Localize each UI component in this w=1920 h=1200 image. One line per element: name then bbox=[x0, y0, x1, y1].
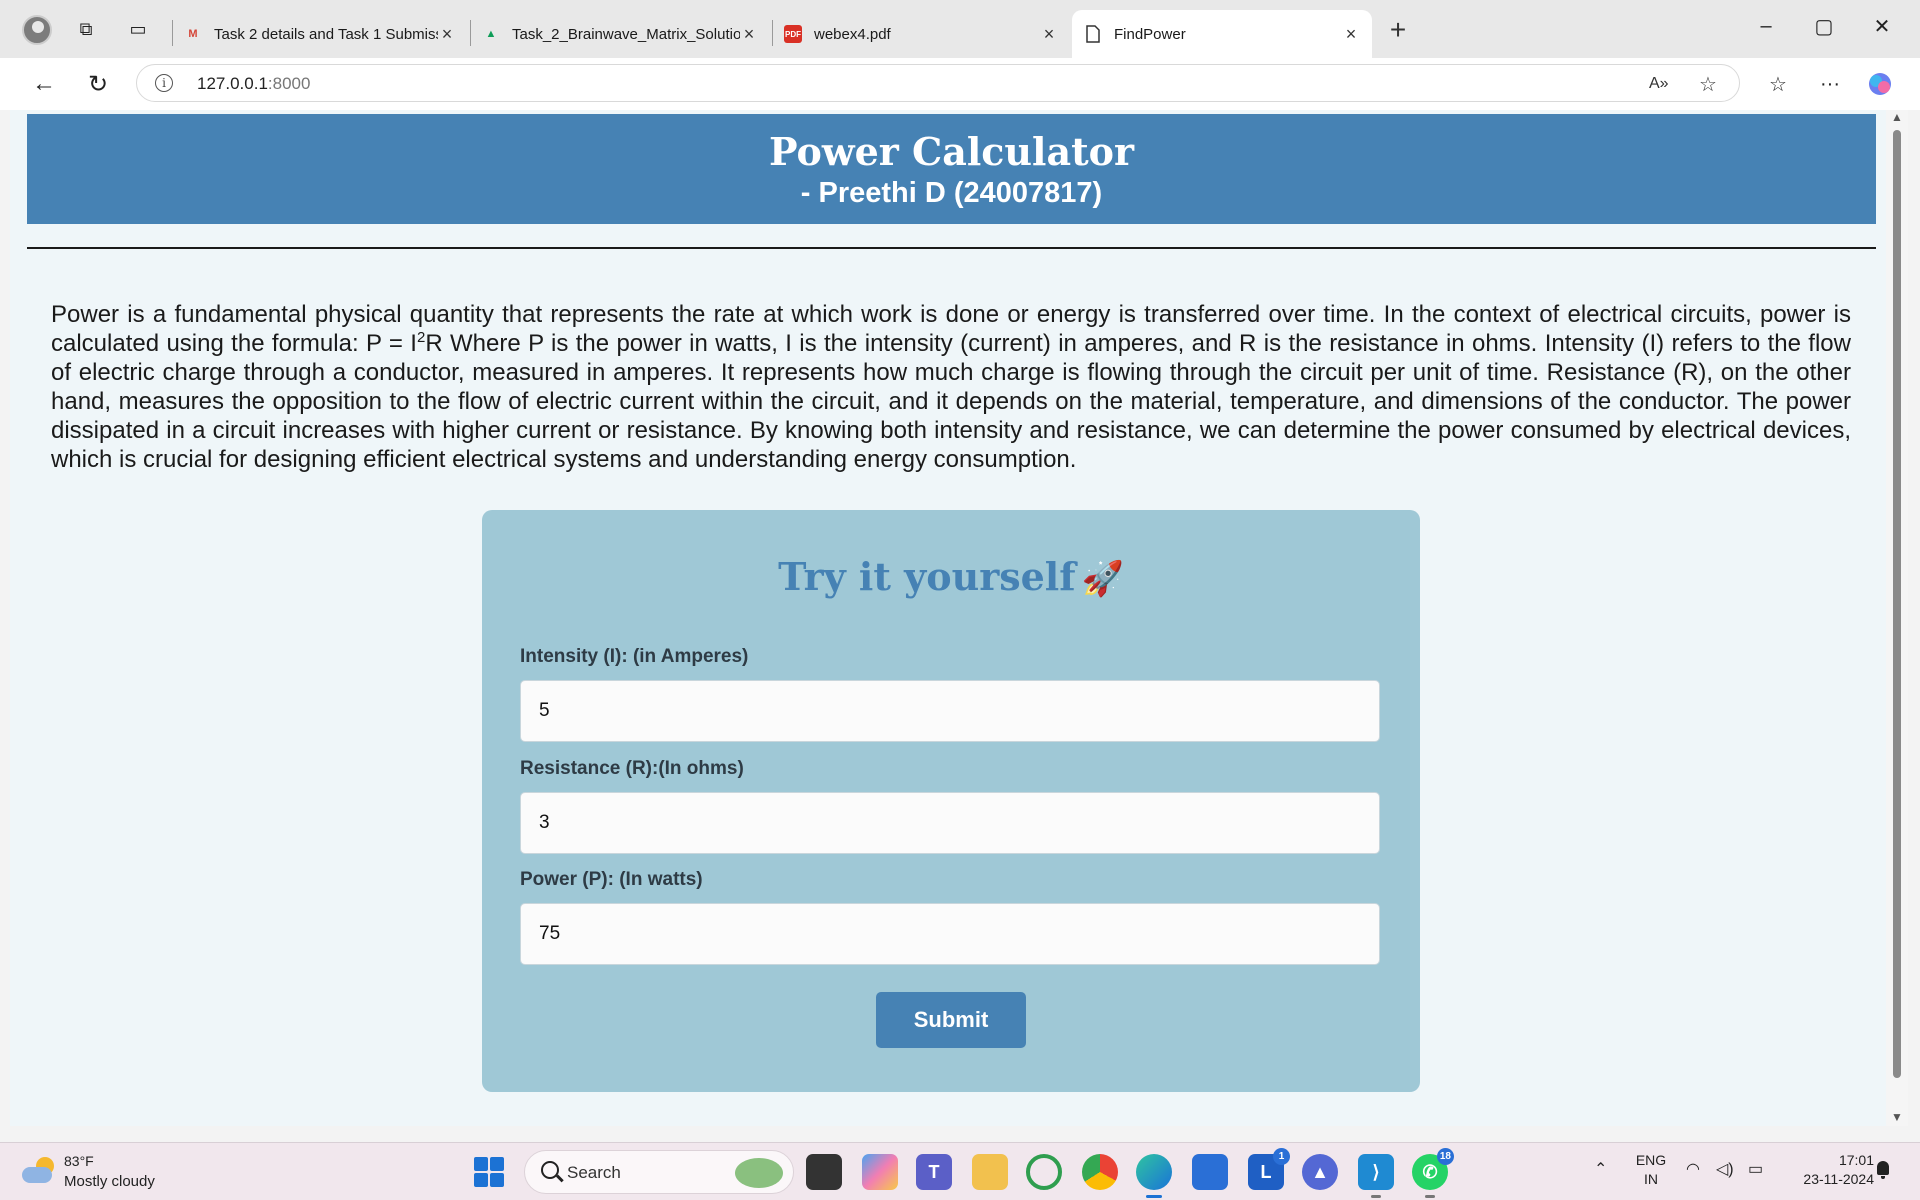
tab-title: Task 2 details and Task 1 Submissi bbox=[214, 25, 438, 43]
wifi-icon[interactable]: ◠ bbox=[1686, 1159, 1700, 1179]
submit-button[interactable]: Submit bbox=[876, 992, 1026, 1048]
page-viewport: Power Calculator - Preethi D (24007817) … bbox=[10, 110, 1886, 1126]
address-bar[interactable]: i 127.0.0.1:8000 A» ☆ bbox=[136, 64, 1740, 102]
tab-strip: ⧉ ▭ M Task 2 details and Task 1 Submissi… bbox=[0, 0, 1920, 58]
pdf-icon: PDF bbox=[784, 25, 802, 43]
battery-icon[interactable]: ▭ bbox=[1748, 1159, 1763, 1179]
weather-temperature[interactable]: 83°F bbox=[64, 1153, 94, 1169]
volume-icon[interactable]: ◁) bbox=[1716, 1159, 1734, 1179]
reload-icon[interactable]: ↻ bbox=[84, 70, 112, 98]
start-icon[interactable] bbox=[474, 1157, 504, 1187]
scroll-up-icon[interactable]: ▲ bbox=[1891, 110, 1903, 124]
copilot-app-icon[interactable] bbox=[862, 1154, 898, 1190]
task-view-icon[interactable] bbox=[806, 1154, 842, 1190]
page-scrollbar[interactable]: ▲ ▼ bbox=[1886, 110, 1908, 1126]
refresh-app-icon[interactable] bbox=[1026, 1154, 1062, 1190]
calculator-heading: Try it yourself 🚀 bbox=[482, 554, 1420, 599]
clock-time: 17:01 bbox=[1838, 1152, 1874, 1168]
edge-icon[interactable] bbox=[1136, 1154, 1172, 1198]
rocket-icon: 🚀 bbox=[1081, 559, 1124, 599]
maximize-icon[interactable]: ▢ bbox=[1802, 8, 1846, 44]
url-text[interactable]: 127.0.0.1:8000 bbox=[197, 74, 310, 94]
intensity-label: Intensity (I): (in Amperes) bbox=[520, 646, 749, 667]
whatsapp-icon[interactable]: ✆ 18 bbox=[1412, 1148, 1454, 1198]
close-window-icon[interactable]: ✕ bbox=[1860, 8, 1904, 44]
tab-title: FindPower bbox=[1114, 25, 1186, 43]
tab-drive[interactable]: ▲ Task_2_Brainwave_Matrix_Solution × bbox=[470, 10, 770, 58]
page-title: Power Calculator bbox=[768, 129, 1135, 174]
chrome-icon[interactable] bbox=[1082, 1154, 1118, 1190]
taskbar: 83°F Mostly cloudy Search T L1 ▲ ⟩ ✆ 18 ⌃… bbox=[0, 1142, 1920, 1200]
weather-icon[interactable] bbox=[22, 1157, 56, 1185]
teams-icon[interactable]: T bbox=[916, 1154, 952, 1190]
browser-window: ⧉ ▭ M Task 2 details and Task 1 Submissi… bbox=[0, 0, 1920, 1142]
vscode-icon[interactable]: ⟩ bbox=[1358, 1154, 1394, 1198]
intro-paragraph: Power is a fundamental physical quantity… bbox=[51, 300, 1851, 474]
profile-avatar[interactable] bbox=[22, 15, 52, 45]
store-icon[interactable] bbox=[1192, 1154, 1228, 1190]
tab-gmail[interactable]: M Task 2 details and Task 1 Submissi × bbox=[172, 10, 468, 58]
favorite-star-icon[interactable]: ☆ bbox=[1699, 72, 1717, 97]
page-icon bbox=[1084, 25, 1102, 43]
language-code: ENG bbox=[1635, 1152, 1667, 1168]
search-highlight-icon bbox=[735, 1158, 783, 1188]
header-divider bbox=[27, 247, 1876, 249]
workspaces-icon[interactable]: ⧉ bbox=[74, 17, 98, 41]
resistance-input[interactable] bbox=[520, 792, 1380, 854]
tab-title: Task_2_Brainwave_Matrix_Solution bbox=[512, 25, 740, 43]
language-indicator[interactable]: ENG IN bbox=[1634, 1151, 1668, 1189]
tray-overflow-icon[interactable]: ⌃ bbox=[1594, 1159, 1607, 1179]
url-host: 127.0.0.1 bbox=[197, 74, 268, 93]
copilot-icon[interactable] bbox=[1866, 70, 1894, 98]
scroll-down-icon[interactable]: ▼ bbox=[1891, 1110, 1903, 1124]
close-tab-icon[interactable]: × bbox=[1040, 24, 1058, 45]
weather-description[interactable]: Mostly cloudy bbox=[64, 1173, 155, 1190]
search-icon bbox=[541, 1161, 559, 1179]
whatsapp-badge: 18 bbox=[1436, 1148, 1454, 1165]
notification-bell-icon[interactable] bbox=[1874, 1159, 1892, 1181]
tab-findpower[interactable]: FindPower × bbox=[1072, 10, 1372, 58]
minimize-icon[interactable]: – bbox=[1744, 8, 1788, 44]
page-subtitle: - Preethi D (24007817) bbox=[800, 177, 1103, 209]
favorites-icon[interactable]: ☆ bbox=[1764, 70, 1792, 98]
close-tab-icon[interactable]: × bbox=[1342, 24, 1360, 45]
clock-date: 23-11-2024 bbox=[1803, 1171, 1874, 1187]
power-label: Power (P): (In watts) bbox=[520, 869, 703, 890]
region-code: IN bbox=[1644, 1171, 1658, 1187]
google-drive-icon: ▲ bbox=[485, 28, 497, 40]
gmail-icon: M bbox=[188, 28, 198, 40]
site-info-icon[interactable]: i bbox=[155, 74, 173, 92]
more-menu-icon[interactable]: ··· bbox=[1816, 70, 1844, 98]
close-tab-icon[interactable]: × bbox=[740, 24, 758, 45]
arc-app-icon[interactable]: ▲ bbox=[1302, 1154, 1338, 1190]
taskbar-search[interactable]: Search bbox=[524, 1150, 794, 1194]
calculator-heading-text: Try it yourself bbox=[778, 554, 1076, 599]
new-tab-button[interactable]: + bbox=[1382, 14, 1414, 46]
scrollbar-thumb[interactable] bbox=[1893, 130, 1901, 1078]
power-output[interactable] bbox=[520, 903, 1380, 965]
search-label: Search bbox=[567, 1163, 621, 1182]
system-clock[interactable]: 17:01 23-11-2024 bbox=[1784, 1151, 1874, 1189]
resistance-label: Resistance (R):(In ohms) bbox=[520, 758, 744, 779]
tab-pdf[interactable]: PDF webex4.pdf × bbox=[772, 10, 1070, 58]
close-tab-icon[interactable]: × bbox=[438, 24, 456, 45]
intensity-input[interactable] bbox=[520, 680, 1380, 742]
read-aloud-icon[interactable]: A» bbox=[1649, 75, 1669, 93]
l-app-badge: 1 bbox=[1273, 1148, 1290, 1165]
tab-title: webex4.pdf bbox=[814, 25, 891, 43]
page-header: Power Calculator - Preethi D (24007817) bbox=[27, 114, 1876, 224]
calculator-card: Try it yourself 🚀 Intensity (I): (in Ampe… bbox=[482, 510, 1420, 1092]
l-app-icon[interactable]: L1 bbox=[1248, 1148, 1290, 1190]
url-port: :8000 bbox=[267, 74, 311, 93]
browser-toolbar: ← ↻ i 127.0.0.1:8000 A» ☆ ☆ ··· bbox=[0, 58, 1920, 110]
back-arrow-icon[interactable]: ← bbox=[30, 70, 58, 98]
tab-actions-icon[interactable]: ▭ bbox=[126, 17, 150, 41]
file-explorer-icon[interactable] bbox=[972, 1154, 1008, 1190]
